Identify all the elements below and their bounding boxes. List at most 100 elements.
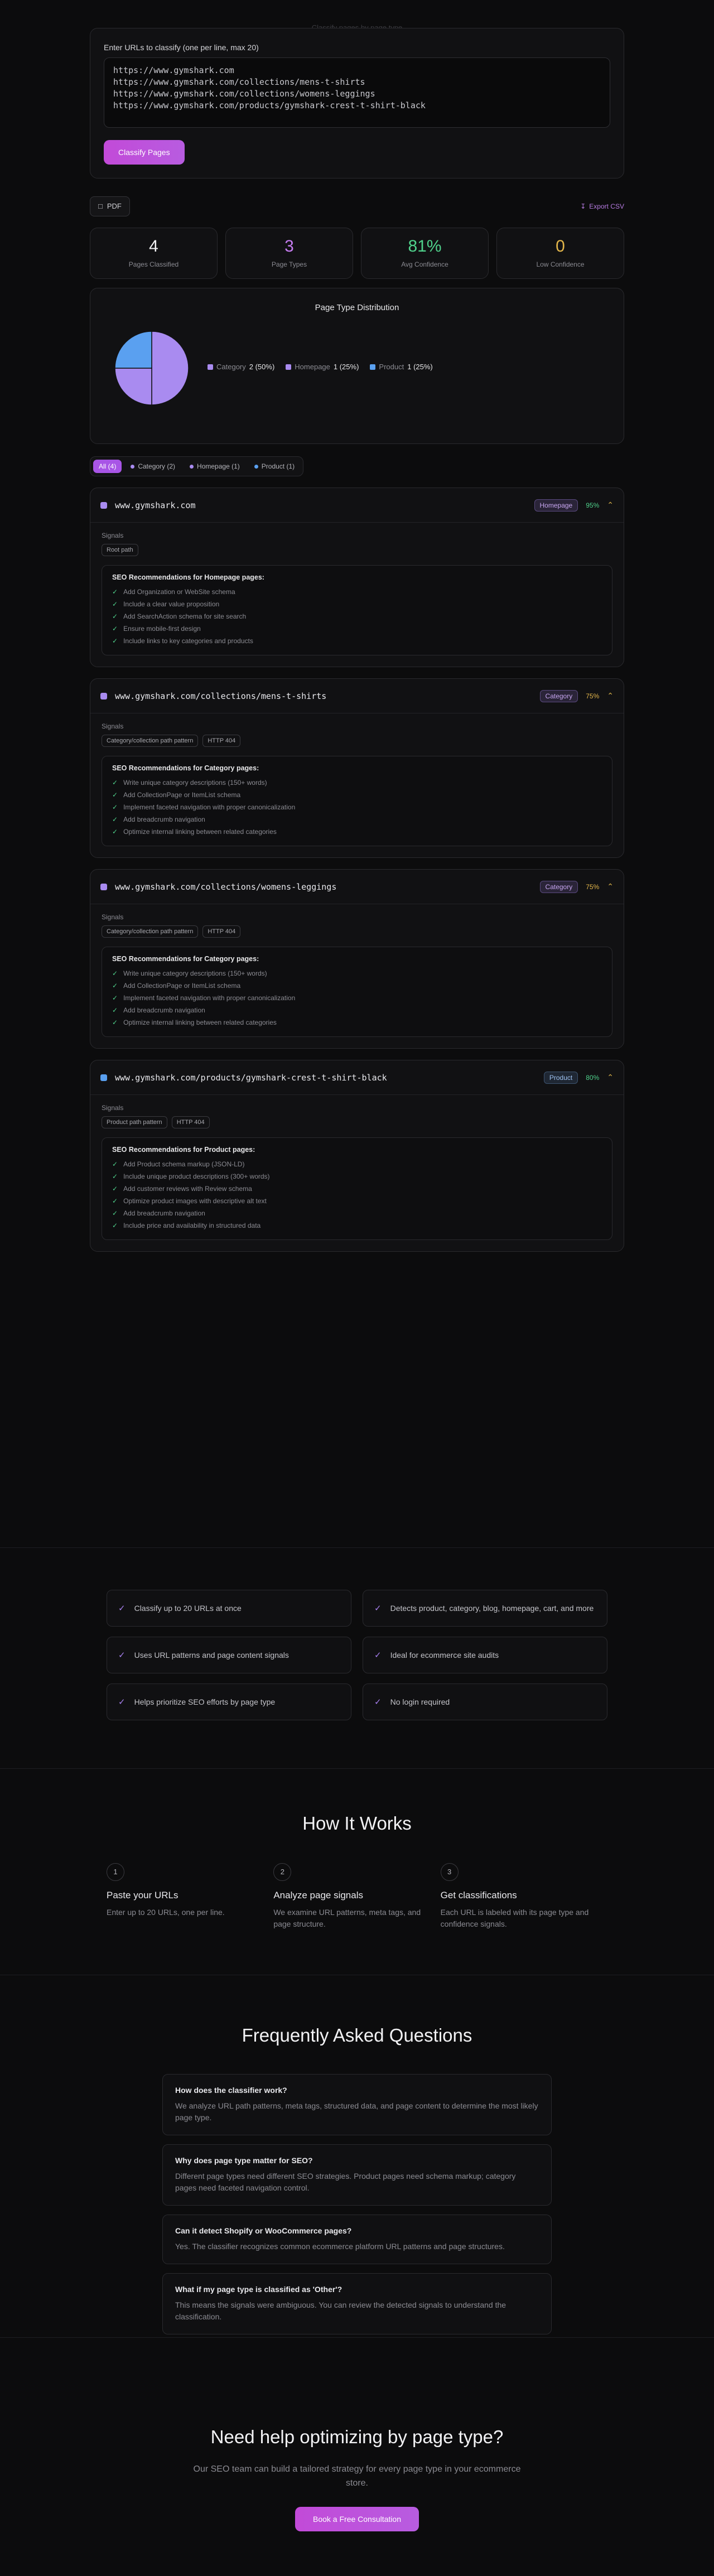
recommendations-box: SEO Recommendations for Product pages: ✓ A… (102, 1137, 612, 1240)
filter-tab[interactable]: Product (1) (249, 460, 300, 473)
distribution-card: Page Type Distribution Category 2 (50%) Ho… (90, 288, 624, 444)
recommendation-text: Add CollectionPage or ItemList schema (123, 982, 241, 990)
signals-label: Signals (102, 1104, 124, 1112)
result-body: Signals Category/collection path pattern H… (90, 904, 624, 1048)
recommendation-text: Add breadcrumb navigation (123, 816, 205, 823)
result-card: www.gymshark.com/collections/womens-legg… (90, 869, 624, 1049)
filter-tab[interactable]: Homepage (1) (184, 460, 245, 473)
url-input-card: Enter URLs to classify (one per line, ma… (90, 28, 624, 179)
faq-list: How does the classifier work? We analyze … (162, 2074, 552, 2334)
url-input-label: Enter URLs to classify (one per line, ma… (104, 43, 259, 52)
signals-row: Category/collection path pattern HTTP 404 (102, 735, 612, 747)
result-header[interactable]: www.gymshark.com/collections/mens-t-shir… (90, 679, 624, 713)
stat-label: Avg Confidence (401, 261, 448, 268)
step-number: 2 (273, 1863, 292, 1881)
recommendation-item: ✓ Implement faceted navigation with prope… (112, 801, 602, 813)
recommendation-text: Ensure mobile-first design (123, 625, 201, 633)
stats-row: 4 Pages Classified 3 Page Types 81% Avg Confi… (90, 228, 624, 279)
signal-tag: HTTP 404 (171, 1116, 210, 1128)
result-url: www.gymshark.com (115, 500, 196, 510)
recommendations-box: SEO Recommendations for Category pages: ✓… (102, 756, 612, 846)
features-grid: ✓ Classify up to 20 URLs at once ✓ Detects … (107, 1590, 607, 1720)
recommendation-text: Add CollectionPage or ItemList schema (123, 791, 241, 799)
chevron-up-icon[interactable]: ⌃ (607, 882, 614, 891)
result-header[interactable]: www.gymshark.com Homepage 95% ⌃ (90, 488, 624, 523)
export-csv-link[interactable]: ↧ Export CSV (580, 202, 624, 210)
filter-tab[interactable]: All (4) (93, 460, 122, 473)
check-icon: ✓ (112, 803, 118, 811)
stat-value: 81% (408, 237, 442, 255)
result-card: www.gymshark.com/collections/mens-t-shir… (90, 678, 624, 858)
stat-card: 4 Pages Classified (90, 228, 218, 279)
chevron-up-icon[interactable]: ⌃ (607, 500, 614, 510)
feature-item: ✓ No login required (363, 1683, 607, 1720)
result-header[interactable]: www.gymshark.com/products/gymshark-crest… (90, 1060, 624, 1095)
cta-section: Need help optimizing by page type? Our S… (0, 2427, 714, 2531)
type-badge: Category (539, 689, 578, 702)
recommendations-title: SEO Recommendations for Category pages: (112, 955, 259, 963)
recommendation-item: ✓ Add customer reviews with Review schema (112, 1183, 602, 1195)
check-icon: ✓ (112, 600, 118, 608)
pie-slice-homepage (114, 368, 152, 406)
signal-tag: HTTP 404 (202, 735, 241, 747)
pie-slice-category (151, 331, 189, 406)
check-icon: ✓ (112, 791, 118, 799)
step-number: 3 (440, 1863, 459, 1881)
recommendation-item: ✓ Optimize internal linking between relat… (112, 1016, 602, 1029)
url-line: https://www.gymshark.com/products/gymsha… (113, 100, 426, 110)
feature-item: ✓ Ideal for ecommerce site audits (363, 1637, 607, 1673)
results-list: www.gymshark.com Homepage 95% ⌃ Signals Root … (90, 488, 624, 1252)
result-body: Signals Product path pattern HTTP 404 SEO R… (90, 1095, 624, 1251)
check-icon: ✓ (112, 779, 118, 787)
faq-title: Frequently Asked Questions (242, 2025, 472, 2046)
chevron-up-icon[interactable]: ⌃ (607, 1073, 614, 1082)
legend-item: Product 1 (25%) (370, 363, 433, 371)
recommendation-text: Implement faceted navigation with proper… (123, 994, 296, 1002)
recommendation-text: Optimize internal linking between relate… (123, 828, 277, 836)
feature-text: Detects product, category, blog, homepag… (390, 1604, 594, 1613)
check-icon: ✓ (112, 612, 118, 620)
legend-name: Category (216, 363, 246, 371)
recommendation-item: ✓ Ensure mobile-first design (112, 623, 602, 635)
signals-label: Signals (102, 532, 124, 539)
url-textarea[interactable]: https://www.gymshark.com https://www.gym… (104, 57, 610, 128)
confidence-value: 75% (586, 882, 600, 891)
section-divider (0, 1547, 714, 1548)
faq-answer: We analyze URL path patterns, meta tags,… (175, 2101, 538, 2122)
recommendation-item: ✓ Optimize product images with descriptiv… (112, 1195, 602, 1207)
check-icon: ✓ (112, 982, 118, 990)
recommendation-item: ✓ Include links to key categories and pro… (112, 635, 602, 647)
recommendation-text: Add breadcrumb navigation (123, 1209, 205, 1217)
result-actions: □ PDF ↧ Export CSV (90, 195, 624, 218)
stat-value: 4 (149, 237, 158, 255)
recommendation-item: ✓ Add SearchAction schema for site search (112, 610, 602, 623)
recommendation-item: ✓ Implement faceted navigation with prope… (112, 992, 602, 1004)
consultation-button[interactable]: Book a Free Consultation (295, 2507, 419, 2531)
step-item: 2 Analyze page signals We examine URL patt… (273, 1863, 440, 1930)
filter-tab[interactable]: Category (2) (125, 460, 181, 473)
faq-item[interactable]: Can it detect Shopify or WooCommerce pag… (162, 2215, 552, 2264)
faq-item[interactable]: Why does page type matter for SEO? Differ… (162, 2144, 552, 2206)
feature-text: Classify up to 20 URLs at once (134, 1604, 242, 1613)
faq-item[interactable]: What if my page type is classified as 'O… (162, 2273, 552, 2334)
recommendation-text: Write unique category descriptions (150+… (123, 779, 267, 787)
legend-name: Product (379, 363, 404, 371)
faq-question: How does the classifier work? (175, 2086, 287, 2095)
chart-legend: Category 2 (50%) Homepage 1 (25%) Product 1 (… (208, 363, 433, 371)
recommendations-box: SEO Recommendations for Homepage pages: ✓… (102, 565, 612, 655)
check-icon: ✓ (112, 1222, 118, 1229)
classify-button[interactable]: Classify Pages (104, 140, 185, 165)
pdf-button[interactable]: □ PDF (90, 196, 130, 216)
result-url: www.gymshark.com/collections/womens-legg… (115, 881, 337, 892)
faq-item[interactable]: How does the classifier work? We analyze … (162, 2074, 552, 2135)
signal-tag: HTTP 404 (202, 925, 241, 938)
result-header[interactable]: www.gymshark.com/collections/womens-legg… (90, 870, 624, 904)
step-item: 3 Get classifications Each URL is labeled … (440, 1863, 607, 1930)
type-color-marker (100, 692, 107, 700)
check-icon: ✓ (112, 625, 118, 633)
document-icon: □ (98, 202, 103, 210)
recommendation-text: Add customer reviews with Review schema (123, 1185, 252, 1193)
filter-tabs: All (4) Category (2) Homepage (1) Product (… (90, 456, 304, 476)
chevron-up-icon[interactable]: ⌃ (607, 691, 614, 701)
feature-text: No login required (390, 1697, 450, 1706)
